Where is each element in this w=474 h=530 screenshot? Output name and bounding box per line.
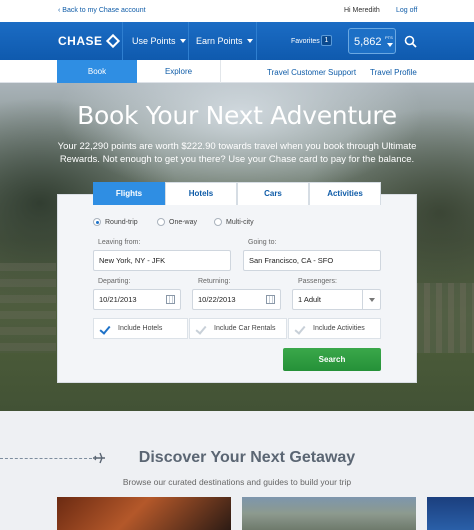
passengers-label: Passengers: <box>298 278 337 285</box>
points-balance: 5,862 <box>354 36 382 48</box>
favorites-link[interactable]: Favorites <box>291 38 320 45</box>
main-navigation: CHASE Use Points Earn Points Favorites 1… <box>0 22 474 60</box>
include-car-rentals-label: Include Car Rentals <box>214 325 276 332</box>
returning-date-value: 10/22/2013 <box>198 295 236 304</box>
booking-tabs: Flights Hotels Cars Activities <box>93 182 381 205</box>
going-to-input[interactable]: San Francisco, CA - SFO <box>243 250 381 271</box>
tab-book[interactable]: Book <box>57 60 137 83</box>
favorites-count-badge: 1 <box>321 35 332 46</box>
checkmark-icon <box>100 325 110 333</box>
passengers-value: 1 Adult <box>298 295 321 304</box>
radio-label: Multi-city <box>226 218 254 226</box>
include-hotels-label: Include Hotels <box>118 325 163 332</box>
use-points-label: Use Points <box>132 36 176 46</box>
radio-round-trip[interactable]: Round-trip <box>93 218 138 226</box>
destination-card[interactable] <box>57 497 231 530</box>
returning-date-input[interactable]: 10/22/2013 <box>192 289 281 310</box>
checkmark-icon <box>196 325 206 333</box>
nav-divider <box>122 22 123 60</box>
chevron-down-icon <box>362 290 380 309</box>
points-unit: PTS <box>385 35 393 40</box>
search-icon[interactable] <box>404 35 417 48</box>
destination-card[interactable] <box>427 497 474 530</box>
checkmark-icon <box>295 325 305 333</box>
travel-profile-link[interactable]: Travel Profile <box>370 68 417 77</box>
nav-divider <box>256 22 257 60</box>
include-car-rentals-checkbox[interactable]: Include Car Rentals <box>189 318 287 339</box>
include-activities-checkbox[interactable]: Include Activities <box>288 318 381 339</box>
points-balance-dropdown[interactable]: 5,862 PTS <box>348 28 396 54</box>
tab-activities[interactable]: Activities <box>309 182 381 205</box>
discover-subtitle: Browse our curated destinations and guid… <box>122 477 352 487</box>
travel-customer-support-link[interactable]: Travel Customer Support <box>267 68 356 77</box>
radio-label: One-way <box>169 218 198 226</box>
hero-title: Book Your Next Adventure <box>77 101 397 130</box>
departing-label: Departing: <box>98 278 131 285</box>
chase-logo[interactable]: CHASE <box>58 33 120 49</box>
calendar-icon[interactable] <box>166 295 175 304</box>
back-to-account-link[interactable]: ‹ Back to my Chase account <box>58 7 146 14</box>
destination-card[interactable] <box>242 497 416 530</box>
passengers-select[interactable]: 1 Adult <box>292 289 381 310</box>
include-hotels-checkbox[interactable]: Include Hotels <box>93 318 188 339</box>
returning-label: Returning: <box>198 278 231 285</box>
departing-date-value: 10/21/2013 <box>99 295 137 304</box>
earn-points-menu[interactable]: Earn Points <box>196 36 253 46</box>
leaving-from-label: Leaving from: <box>98 239 141 246</box>
departing-date-input[interactable]: 10/21/2013 <box>93 289 181 310</box>
radio-unselected-icon <box>157 218 165 226</box>
tab-explore[interactable]: Explore <box>137 60 221 83</box>
nav-divider <box>188 22 189 60</box>
leaving-from-input[interactable]: New York, NY - JFK <box>93 250 231 271</box>
search-button[interactable]: Search <box>283 348 381 371</box>
radio-multi-city[interactable]: Multi-city <box>214 218 254 226</box>
tab-hotels[interactable]: Hotels <box>165 182 237 205</box>
chevron-down-icon <box>246 39 253 43</box>
hero-subtitle: Your 22,290 points are worth $222.90 tow… <box>57 141 417 165</box>
log-off-link[interactable]: Log off <box>396 7 417 14</box>
travel-subnav: Book Explore Travel Customer Support Tra… <box>0 60 474 83</box>
radio-label: Round-trip <box>105 218 138 226</box>
logo-text: CHASE <box>58 34 103 48</box>
earn-points-label: Earn Points <box>196 36 243 46</box>
tab-flights[interactable]: Flights <box>93 182 165 205</box>
chase-octagon-icon <box>105 33 120 49</box>
chevron-down-icon <box>387 43 393 47</box>
radio-one-way[interactable]: One-way <box>157 218 197 226</box>
tab-cars[interactable]: Cars <box>237 182 309 205</box>
greeting-text: Hi Meredith <box>344 7 380 14</box>
radio-selected-icon <box>93 218 101 226</box>
utility-bar: ‹ Back to my Chase account Hi Meredith L… <box>0 0 474 22</box>
chevron-down-icon <box>179 39 186 43</box>
calendar-icon[interactable] <box>266 295 275 304</box>
hero-background-image <box>0 263 56 353</box>
use-points-menu[interactable]: Use Points <box>132 36 186 46</box>
radio-unselected-icon <box>214 218 222 226</box>
discover-title: Discover Your Next Getaway <box>138 449 356 466</box>
include-activities-label: Include Activities <box>313 325 365 332</box>
going-to-label: Going to: <box>248 239 277 246</box>
